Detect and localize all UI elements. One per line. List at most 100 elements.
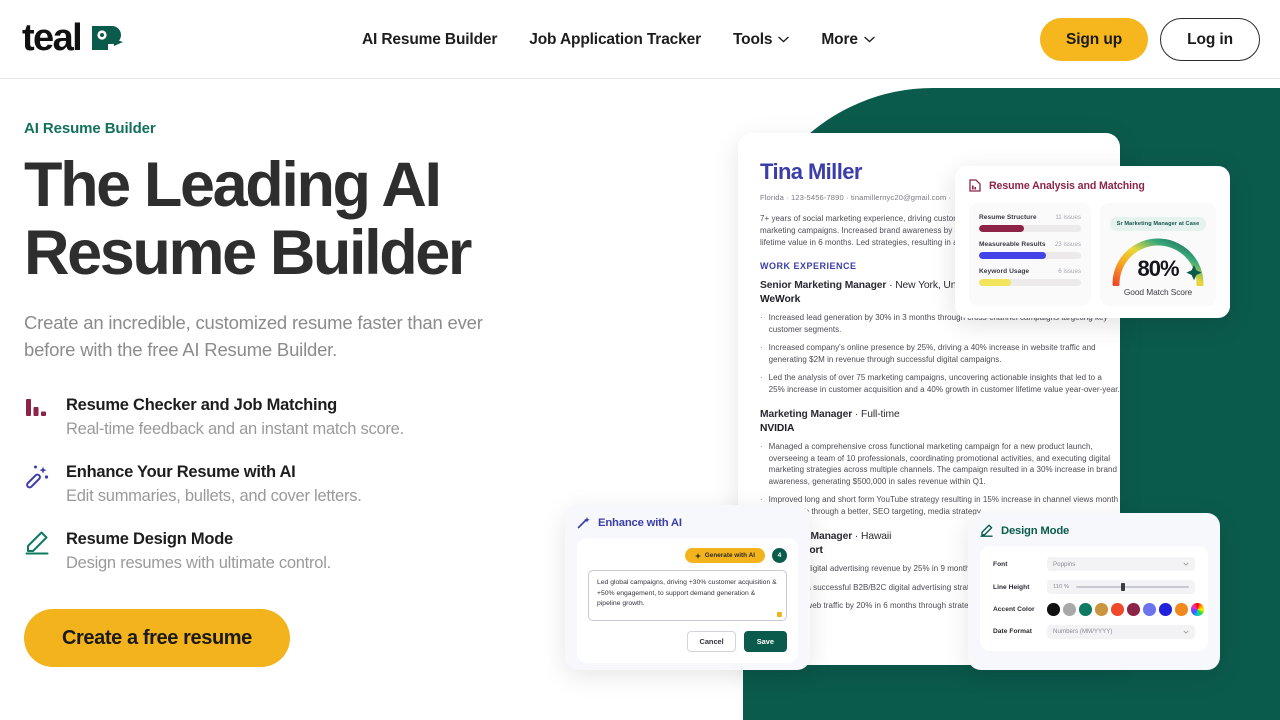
design-mode-card[interactable]: Design Mode Font Poppins Line Height 110… — [968, 513, 1220, 670]
landing-page: teal AI Resume Builder Job Application T… — [0, 0, 1280, 720]
accent-color-swatches — [1047, 603, 1204, 616]
design-row-font: Font Poppins — [993, 557, 1195, 571]
log-in-button[interactable]: Log in — [1160, 18, 1260, 61]
enhance-panel: Generate with AI 4 Led global campaigns,… — [577, 538, 798, 663]
analysis-progress-fill — [979, 252, 1047, 259]
analysis-progress-track — [979, 279, 1081, 286]
nav-link-more[interactable]: More — [821, 30, 875, 49]
bar-chart-icon — [26, 399, 46, 416]
slider-thumb[interactable] — [1121, 583, 1126, 591]
resume-bullet: · Managed a comprehensive cross function… — [760, 441, 1120, 487]
analysis-progress-track — [979, 252, 1081, 259]
save-button[interactable]: Save — [743, 630, 787, 652]
nav-link-job-application-tracker[interactable]: Job Application Tracker — [529, 31, 701, 49]
chevron-down-icon — [778, 36, 790, 43]
analysis-row-measureable-results: Measureable Results 23 issues — [979, 241, 1081, 259]
brand-logo[interactable]: teal — [22, 18, 124, 58]
design-row-accent-color: Accent Color — [993, 603, 1204, 616]
match-score-panel: Sr Marketing Manager at Case 80% Good Ma… — [1100, 203, 1216, 306]
sparkle-wand-icon — [694, 552, 701, 559]
analysis-header: Resume Analysis and Matching — [969, 179, 1216, 192]
hero-title-line-2: Resume Builder — [24, 218, 472, 288]
analysis-row-issues: 23 issues — [1054, 241, 1081, 248]
enhance-with-ai-card[interactable]: Enhance with AI Generate with AI 4 Led g… — [565, 505, 810, 670]
analysis-row-resume-structure: Resume Structure 11 issues — [979, 214, 1081, 232]
bullet-dot-icon: · — [760, 442, 763, 452]
font-select[interactable]: Poppins — [1047, 557, 1195, 571]
generate-with-ai-button[interactable]: Generate with AI — [684, 548, 765, 563]
feature-desc: Design resumes with ultimate control. — [66, 554, 331, 572]
accent-swatch-gold[interactable] — [1095, 603, 1108, 616]
teal-bird-logo-icon — [92, 26, 124, 50]
chevron-down-icon — [1183, 562, 1189, 566]
accent-swatch-red[interactable] — [1111, 603, 1124, 616]
resume-bullet: · Led the analysis of over 75 marketing … — [760, 372, 1120, 395]
date-format-select[interactable]: Numbers (MM/YYYY) — [1047, 624, 1195, 639]
feature-title: Enhance Your Resume with AI — [66, 463, 296, 481]
analysis-row-header: Measureable Results 23 issues — [979, 241, 1081, 248]
accent-swatch-periwinkle[interactable] — [1143, 603, 1156, 616]
accent-color-label: Accent Color — [993, 605, 1035, 613]
analysis-row-header: Resume Structure 11 issues — [979, 214, 1081, 221]
generate-with-ai-label: Generate with AI — [704, 552, 755, 559]
hero-eyebrow: AI Resume Builder — [24, 120, 156, 137]
resume-job-meta: Hawaii — [861, 531, 892, 543]
analysis-row-label: Measureable Results — [979, 241, 1046, 248]
analysis-row-issues: 6 issues — [1058, 268, 1081, 275]
analysis-body: Resume Structure 11 issues Measureable R… — [969, 203, 1216, 306]
feature-desc: Edit summaries, bullets, and cover lette… — [66, 487, 362, 505]
analysis-row-label: Keyword Usage — [979, 268, 1030, 275]
design-row-line-height: Line Height 110 % — [993, 580, 1195, 594]
accent-swatch-blue[interactable] — [1159, 603, 1172, 616]
hero-subtitle: Create an incredible, customized resume … — [24, 312, 483, 360]
match-score-gauge: 80% — [1108, 234, 1208, 290]
resume-job-title: Senior Marketing Manager — [760, 280, 887, 292]
analysis-row-issues: 11 issues — [1055, 214, 1081, 221]
resize-handle-icon[interactable] — [777, 611, 782, 617]
resume-bullet-text: Led the analysis of over 75 marketing ca… — [768, 373, 1120, 394]
analysis-progress-fill — [979, 279, 1011, 286]
accent-swatch-gray[interactable] — [1063, 603, 1076, 616]
enhance-toolbar: Generate with AI 4 — [588, 548, 787, 563]
resume-job-company: NVIDIA — [760, 423, 795, 435]
accent-swatch-maroon[interactable] — [1127, 603, 1140, 616]
analysis-progress-fill — [979, 225, 1024, 232]
nav-link-tools[interactable]: Tools — [733, 31, 790, 49]
suggestion-count-badge[interactable]: 4 — [772, 548, 787, 563]
slider-track[interactable] — [1076, 583, 1189, 591]
analysis-row-keyword-usage: Keyword Usage 6 issues — [979, 268, 1081, 286]
chevron-down-icon — [1183, 630, 1189, 634]
design-title: Design Mode — [1001, 524, 1070, 537]
page-title: The Leading AI Resume Builder — [24, 151, 544, 287]
feature-item-resume-checker: Resume Checker and Job Matching Real-tim… — [24, 395, 544, 441]
accent-swatch-teal[interactable] — [1079, 603, 1092, 616]
sign-up-button[interactable]: Sign up — [1039, 18, 1149, 61]
cancel-button[interactable]: Cancel — [687, 630, 736, 652]
create-free-resume-button[interactable]: Create a free resume — [24, 609, 290, 667]
chevron-down-icon — [864, 36, 875, 43]
match-score-value: 80% — [1137, 256, 1179, 281]
pencil-icon — [25, 531, 49, 555]
accent-swatch-black[interactable] — [1047, 603, 1060, 616]
resume-analysis-card[interactable]: Resume Analysis and Matching Resume Stru… — [955, 166, 1230, 318]
accent-swatch-custom-color-picker[interactable] — [1191, 603, 1204, 616]
design-row-date-format: Date Format Numbers (MM/YYYY) — [993, 624, 1195, 639]
magic-wand-icon — [577, 517, 590, 529]
bullet-dot-icon: · — [760, 373, 763, 383]
nav-link-ai-resume-builder[interactable]: AI Resume Builder — [362, 31, 497, 49]
feature-desc: Real-time feedback and an instant match … — [66, 420, 404, 438]
resume-document-icon — [969, 179, 981, 192]
enhance-textarea[interactable]: Led global campaigns, driving +30% custo… — [588, 570, 787, 621]
nav-link-label: More — [821, 30, 858, 48]
line-height-slider[interactable]: 110 % — [1047, 580, 1195, 594]
match-job-chip: Sr Marketing Manager at Case — [1109, 217, 1207, 231]
accent-swatch-orange[interactable] — [1175, 603, 1188, 616]
nav-link-label: Job Application Tracker — [529, 30, 701, 48]
analysis-title: Resume Analysis and Matching — [989, 179, 1145, 192]
design-panel: Font Poppins Line Height 110 % Accent Co… — [980, 546, 1208, 651]
resume-job-entry: Marketing Manager · Full-time NVIDIA · M… — [760, 409, 1118, 517]
brand-logo-text: teal — [22, 17, 83, 59]
enhance-actions: Cancel Save — [588, 630, 787, 652]
hero-title-line-1: The Leading AI — [24, 150, 442, 220]
